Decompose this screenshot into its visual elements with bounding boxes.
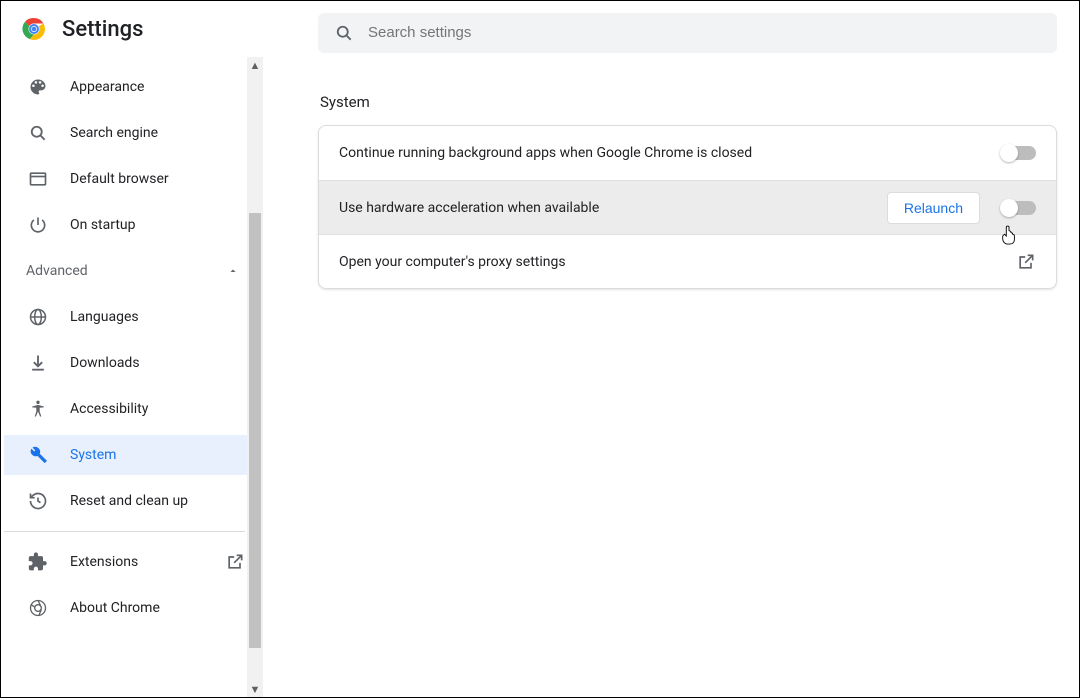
sidebar-divider: [4, 531, 245, 532]
relaunch-button[interactable]: Relaunch: [887, 192, 980, 224]
section-label: Advanced: [26, 263, 88, 279]
row-background-apps: Continue running background apps when Go…: [319, 126, 1056, 180]
sidebar-item-system[interactable]: System: [4, 435, 263, 475]
sidebar-item-label: About Chrome: [70, 600, 160, 616]
main-content: System Continue running background apps …: [263, 1, 1079, 697]
sidebar: Settings Appearance Search engine Defaul: [1, 1, 263, 697]
globe-icon: [28, 307, 48, 327]
row-proxy-settings[interactable]: Open your computer's proxy settings: [319, 234, 1056, 288]
sidebar-nav: Appearance Search engine Default browser…: [4, 57, 263, 697]
sidebar-item-downloads[interactable]: Downloads: [4, 343, 263, 383]
sidebar-item-label: Reset and clean up: [70, 493, 188, 509]
chrome-logo-icon: [22, 17, 46, 41]
row-hardware-acceleration: Use hardware acceleration when available…: [319, 180, 1056, 234]
sidebar-item-label: Default browser: [70, 171, 169, 187]
sidebar-item-label: Appearance: [70, 79, 144, 95]
row-label: Continue running background apps when Go…: [339, 145, 1002, 161]
page-title: Settings: [62, 17, 143, 42]
settings-card: Continue running background apps when Go…: [318, 125, 1057, 289]
scrollbar-thumb[interactable]: [249, 213, 261, 648]
sidebar-item-reset[interactable]: Reset and clean up: [4, 481, 263, 521]
row-label: Open your computer's proxy settings: [339, 254, 1016, 270]
extensions-icon: [28, 552, 48, 572]
sidebar-item-appearance[interactable]: Appearance: [4, 67, 263, 107]
sidebar-scrollbar[interactable]: ▲ ▼: [247, 57, 263, 697]
sidebar-item-default-browser[interactable]: Default browser: [4, 159, 263, 199]
sidebar-item-accessibility[interactable]: Accessibility: [4, 389, 263, 429]
sidebar-item-extensions[interactable]: Extensions: [4, 542, 263, 582]
scrollbar-down-icon[interactable]: ▼: [247, 681, 263, 697]
sidebar-item-label: System: [70, 447, 116, 463]
row-label: Use hardware acceleration when available: [339, 200, 887, 216]
search-icon: [28, 123, 48, 143]
section-title: System: [320, 93, 1057, 111]
sidebar-item-label: On startup: [70, 217, 136, 233]
sidebar-item-languages[interactable]: Languages: [4, 297, 263, 337]
search-row: [318, 1, 1057, 57]
chrome-outline-icon: [28, 598, 48, 618]
download-icon: [28, 353, 48, 373]
wrench-icon: [28, 445, 48, 465]
toggle-background-apps[interactable]: [1002, 146, 1036, 160]
chevron-up-icon: [227, 265, 239, 277]
open-in-new-icon: [225, 552, 245, 572]
palette-icon: [28, 77, 48, 97]
search-input[interactable]: [368, 24, 1041, 41]
sidebar-item-label: Accessibility: [70, 401, 148, 417]
scrollbar-up-icon[interactable]: ▲: [247, 57, 263, 73]
accessibility-icon: [28, 399, 48, 419]
toggle-hardware-acceleration[interactable]: [1002, 201, 1036, 215]
search-box[interactable]: [318, 13, 1057, 53]
sidebar-item-about[interactable]: About Chrome: [4, 588, 263, 628]
sidebar-header: Settings: [4, 1, 263, 57]
open-in-new-icon: [1016, 252, 1036, 272]
search-icon: [334, 23, 354, 43]
sidebar-item-on-startup[interactable]: On startup: [4, 205, 263, 245]
sidebar-item-label: Search engine: [70, 125, 158, 141]
sidebar-item-search-engine[interactable]: Search engine: [4, 113, 263, 153]
sidebar-item-label: Downloads: [70, 355, 140, 371]
browser-window-icon: [28, 169, 48, 189]
sidebar-section-advanced[interactable]: Advanced: [4, 251, 263, 291]
restore-icon: [28, 491, 48, 511]
power-icon: [28, 215, 48, 235]
sidebar-item-label: Extensions: [70, 554, 138, 570]
sidebar-item-label: Languages: [70, 309, 139, 325]
